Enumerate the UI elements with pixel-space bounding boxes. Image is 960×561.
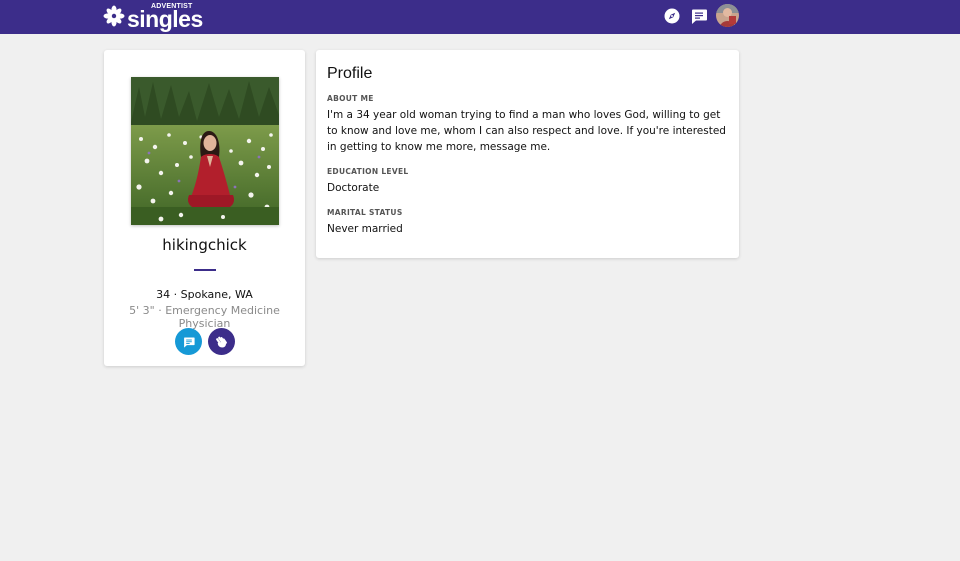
user-avatar[interactable] <box>716 4 739 27</box>
username-divider <box>194 269 216 271</box>
member-height-occupation: 5' 3" · Emergency Medicine Physician <box>129 304 280 330</box>
about-me-label: ABOUT ME <box>327 94 374 103</box>
member-summary-card: hikingchick 34 · Spokane, WA 5' 3" · Eme… <box>104 50 305 366</box>
top-navigation-bar: ADVENTIST singles <box>0 0 960 34</box>
compass-icon[interactable] <box>662 6 682 26</box>
member-username: hikingchick <box>162 236 247 254</box>
wave-hand-icon <box>216 336 227 348</box>
education-level-label: EDUCATION LEVEL <box>327 167 409 176</box>
flower-logo-icon <box>103 5 125 27</box>
avatar-image <box>716 4 739 27</box>
site-logo[interactable]: ADVENTIST singles <box>103 3 203 32</box>
chat-icon[interactable] <box>689 6 709 26</box>
marital-status-label: MARITAL STATUS <box>327 208 403 217</box>
about-me-text: I'm a 34 year old woman trying to find a… <box>327 109 726 153</box>
profile-details-card: Profile ABOUT ME I'm a 34 year old woman… <box>316 50 739 258</box>
profile-title: Profile <box>327 65 373 82</box>
member-age-location: 34 · Spokane, WA <box>156 288 253 301</box>
member-photo[interactable] <box>131 77 279 225</box>
meadow-photo-image <box>131 77 279 225</box>
chat-icon <box>183 336 195 348</box>
logo-big-text: singles <box>127 6 203 32</box>
send-message-button[interactable] <box>175 328 202 355</box>
marital-status-value: Never married <box>327 223 403 235</box>
education-level-value: Doctorate <box>327 182 380 194</box>
wave-button[interactable] <box>208 328 235 355</box>
